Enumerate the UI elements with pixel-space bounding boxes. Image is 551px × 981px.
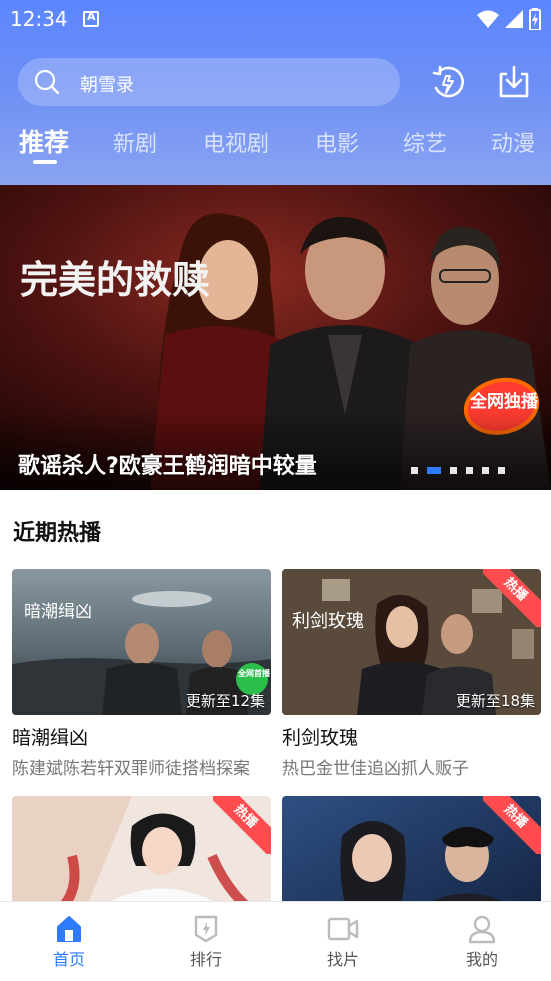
home-icon [57,916,81,942]
hot-badge: 热播 [213,796,271,854]
video-description: 热巴金世佳追凶抓人贩子 [282,759,469,779]
battery-icon [529,8,541,30]
banner-dot [482,467,489,474]
card-badge: 全网首播 [237,668,271,678]
banner-caption: 歌谣杀人?欧豪王鹤润暗中较量 [18,454,317,479]
episode-update: 更新至18集 [455,692,535,710]
video-camera-icon [327,917,359,941]
app-notification-icon [83,10,99,27]
search-input[interactable]: 朝雪录 [18,58,400,106]
nav-ranking-label: 排行 [189,950,222,969]
nav-profile[interactable]: 我的 [442,914,522,970]
status-icons [477,8,541,30]
tab-new-drama[interactable]: 新剧 [113,126,157,158]
section-title: 近期热播 [13,521,102,546]
tab-tv-series[interactable]: 电视剧 [203,126,269,158]
card-title-art: 暗潮缉凶 [24,602,92,622]
nav-find-label: 找片 [326,950,359,969]
banner-image: 完美的救赎 全网独播 [0,185,551,490]
video-card[interactable]: 利剑玫瑰 热播 更新至18集 利剑玫瑰 热巴金世佳追凶抓人贩子 [282,569,541,779]
banner-dot [411,467,418,474]
episode-update: 更新至12集 [185,692,265,710]
banner-title-art: 完美的救赎 [20,257,210,302]
search-placeholder: 朝雪录 [80,75,134,96]
nav-profile-label: 我的 [465,950,498,969]
banner-dot [498,467,505,474]
hot-badge: 热播 [483,569,541,627]
nav-home-label: 首页 [52,950,85,969]
video-thumbnail: 暗潮缉凶 全网首播 更新至12集 [12,569,271,715]
tab-variety[interactable]: 综艺 [403,126,447,158]
hot-badge: 热播 [483,796,541,854]
category-tabs: 推荐 新剧 电视剧 电影 综艺 动漫 [0,120,551,170]
tab-recommend[interactable]: 推荐 [19,123,69,159]
search-icon [34,69,60,95]
nav-find[interactable]: 找片 [303,914,383,970]
nav-ranking[interactable]: 排行 [166,914,246,970]
banner-dot [450,467,457,474]
video-thumbnail: 利剑玫瑰 热播 更新至18集 [282,569,541,715]
header: 12:34 朝雪录 推荐 新剧 电视剧 电影 综艺 动漫 [0,0,551,185]
download-icon[interactable] [496,64,532,100]
signal-icon [505,10,523,28]
video-card[interactable]: 暗潮缉凶 全网首播 更新至12集 暗潮缉凶 陈建斌陈若轩双罪师徒搭档探案 [12,569,271,779]
banner-page-indicator [411,467,505,474]
user-icon [468,915,496,944]
tab-movie[interactable]: 电影 [315,126,359,158]
history-icon[interactable] [430,64,466,100]
ranking-icon [194,915,218,943]
video-title: 暗潮缉凶 [12,727,89,749]
banner-dot [466,467,473,474]
status-bar: 12:34 [0,0,551,40]
tab-anime[interactable]: 动漫 [491,126,535,158]
nav-home[interactable]: 首页 [29,914,109,970]
video-title: 利剑玫瑰 [282,727,359,749]
status-time: 12:34 [10,7,68,31]
banner-dot-active [427,467,441,474]
wifi-icon [477,10,499,28]
bottom-navigation: 首页 排行 找片 我的 [0,901,551,981]
banner-badge: 全网独播 [469,391,539,412]
video-description: 陈建斌陈若轩双罪师徒搭档探案 [12,759,250,779]
banner-carousel[interactable]: 完美的救赎 全网独播 歌谣杀人?欧豪王鹤润暗中较量 [0,185,551,490]
card-title-art: 利剑玫瑰 [292,611,364,632]
tab-indicator [33,160,57,164]
